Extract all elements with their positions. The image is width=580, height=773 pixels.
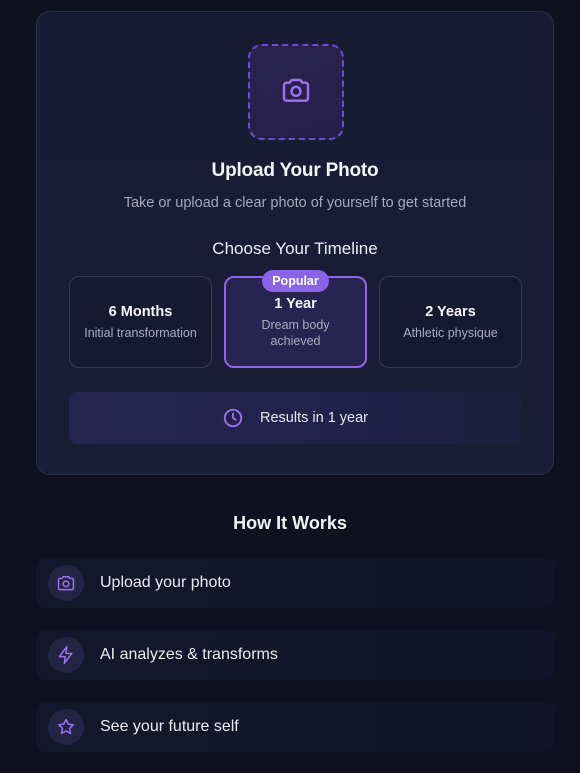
camera-icon bbox=[48, 565, 84, 601]
clock-icon bbox=[222, 407, 244, 429]
lightning-icon bbox=[48, 637, 84, 673]
timeline-option-2-years[interactable]: 2 Years Athletic physique bbox=[379, 276, 522, 368]
step-see-future-self: See your future self bbox=[36, 702, 554, 752]
results-text: Results in 1 year bbox=[260, 410, 368, 426]
popular-badge: Popular bbox=[262, 270, 329, 292]
step-label: AI analyzes & transforms bbox=[100, 646, 278, 663]
upload-photo-button[interactable] bbox=[248, 44, 344, 140]
option-title: 2 Years bbox=[425, 303, 476, 320]
upload-title: Upload Your Photo bbox=[211, 160, 379, 181]
option-subtitle: Athletic physique bbox=[403, 325, 498, 340]
option-subtitle: Dream body achieved bbox=[261, 317, 330, 348]
step-label: Upload your photo bbox=[100, 574, 231, 591]
upload-subtitle: Take or upload a clear photo of yourself… bbox=[123, 195, 467, 211]
star-icon bbox=[48, 709, 84, 745]
camera-icon bbox=[280, 74, 312, 111]
timeline-option-6-months[interactable]: 6 Months Initial transformation bbox=[69, 276, 212, 368]
option-title: 6 Months bbox=[108, 303, 173, 320]
timeline-title: Choose Your Timeline bbox=[212, 239, 378, 258]
step-ai-analyzes: AI analyzes & transforms bbox=[36, 630, 554, 680]
how-it-works-title: How It Works bbox=[233, 513, 347, 533]
results-banner: Results in 1 year bbox=[69, 392, 521, 444]
option-subtitle: Initial transformation bbox=[84, 325, 197, 340]
step-label: See your future self bbox=[100, 718, 239, 735]
upload-card: Upload Your Photo Take or upload a clear… bbox=[36, 11, 554, 475]
option-title: 1 Year bbox=[274, 295, 317, 312]
step-upload-photo: Upload your photo bbox=[36, 558, 554, 608]
